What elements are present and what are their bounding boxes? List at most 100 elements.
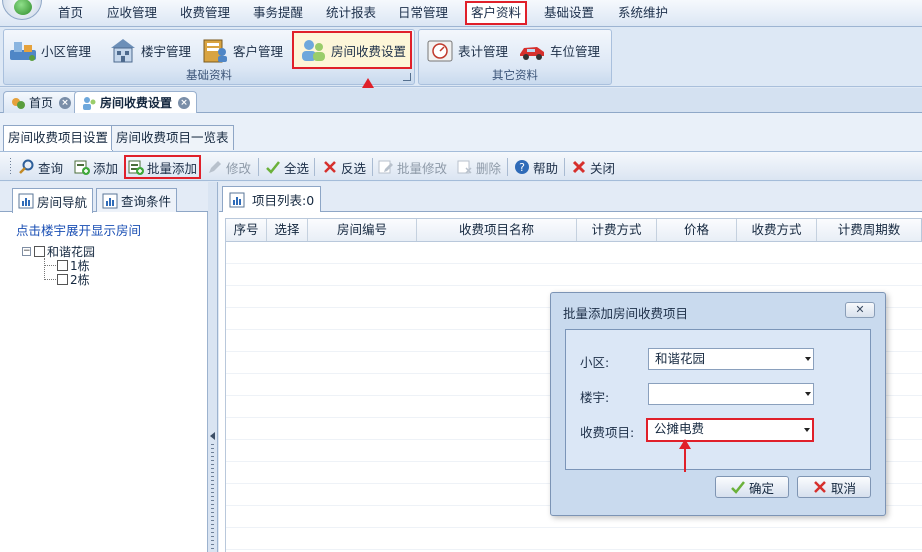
sub-tabs: 房间收费项目设置 房间收费项目一览表: [0, 113, 922, 151]
edit-label: 修改: [226, 160, 252, 176]
help-icon: ?: [514, 159, 530, 175]
tree-node-building-2[interactable]: 2栋: [57, 272, 90, 287]
checkmark-icon: [730, 479, 746, 495]
dropdown-arrow-icon[interactable]: [805, 392, 811, 396]
meter-icon: [425, 36, 455, 64]
tree-checkbox[interactable]: [57, 273, 68, 285]
building-select[interactable]: [648, 383, 814, 405]
collapse-arrow-icon[interactable]: [210, 432, 215, 440]
cancel-label: 取消: [830, 480, 856, 496]
ok-label: 确定: [748, 480, 774, 496]
parking-management-label: 车位管理: [550, 43, 601, 59]
tab-room-navigation-label: 房间导航: [37, 194, 88, 210]
select-all-label: 全选: [284, 160, 310, 176]
close-icon[interactable]: ×: [178, 96, 191, 109]
community-icon: [8, 36, 38, 64]
doc-tab-room-fee[interactable]: 房间收费设置 ×: [74, 91, 198, 113]
meter-management-button[interactable]: 表计管理: [425, 33, 508, 67]
cross-icon: [322, 159, 338, 175]
menu-bar: 首页 应收管理 收费管理 事务提醒 统计报表 日常管理 客户资料 基础设置 系统…: [0, 0, 922, 27]
batch-add-label: 批量添加: [147, 160, 198, 176]
cross-icon: [812, 479, 828, 495]
fee-item-field-label: 收费项目:: [580, 425, 635, 440]
column-header-select[interactable]: 选择: [267, 219, 308, 241]
grid-header: 序号 选择 房间编号 收费项目名称 计费方式 价格 收费方式 计费周期数: [225, 218, 922, 242]
dropdown-arrow-icon[interactable]: [804, 428, 810, 432]
menu-system[interactable]: 系统维护: [618, 2, 668, 24]
community-management-button[interactable]: 小区管理: [8, 33, 91, 67]
close-icon[interactable]: ×: [59, 96, 72, 109]
room-fee-settings-label: 房间收费设置: [331, 43, 407, 59]
menu-reports[interactable]: 统计报表: [326, 2, 376, 24]
doc-tab-home[interactable]: 首页 ×: [3, 91, 79, 113]
column-header-index[interactable]: 序号: [226, 219, 267, 241]
menu-receivables[interactable]: 应收管理: [107, 2, 157, 24]
delete-button[interactable]: 删除: [457, 156, 501, 178]
menu-reminders[interactable]: 事务提醒: [253, 2, 303, 24]
tab-room-fee-item-list[interactable]: 房间收费项目一览表: [111, 125, 234, 150]
document-tabs: 首页 × 房间收费设置 ×: [0, 88, 922, 113]
batch-edit-button[interactable]: 批量修改: [378, 156, 447, 178]
doc-tab-room-fee-label: 房间收费设置: [100, 96, 173, 110]
app-orb-button[interactable]: [2, 0, 42, 20]
right-pane-tabs: 项目列表:0: [219, 182, 922, 212]
tab-room-fee-item-settings[interactable]: 房间收费项目设置: [3, 125, 114, 151]
query-label: 查询: [38, 160, 64, 176]
svg-text:?: ?: [519, 161, 525, 174]
customer-management-button[interactable]: 客户管理: [200, 33, 283, 67]
tree-checkbox[interactable]: [34, 245, 45, 257]
toolbar-separator: [564, 158, 565, 176]
parking-management-button[interactable]: 车位管理: [517, 33, 600, 67]
toolbar-separator: [372, 158, 373, 176]
select-all-button[interactable]: 全选: [265, 156, 309, 178]
chart-icon: [18, 193, 34, 209]
group-expander-icon[interactable]: [403, 73, 411, 81]
column-header-room-number[interactable]: 房间编号: [308, 219, 417, 241]
query-button[interactable]: 查询: [19, 156, 63, 178]
community-select[interactable]: 和谐花园: [648, 348, 814, 370]
menu-home[interactable]: 首页: [58, 2, 83, 24]
tree-checkbox[interactable]: [57, 259, 68, 271]
room-fee-settings-button[interactable]: 房间收费设置: [292, 31, 413, 69]
invert-selection-button[interactable]: 反选: [322, 156, 366, 178]
chart-icon: [229, 192, 245, 208]
batch-add-button[interactable]: 批量添加: [124, 155, 202, 179]
add-button[interactable]: 添加: [74, 156, 118, 178]
tab-room-navigation[interactable]: 房间导航: [12, 188, 94, 213]
close-label: 关闭: [590, 160, 616, 176]
cancel-button[interactable]: 取消: [797, 476, 871, 498]
menu-basic-settings[interactable]: 基础设置: [544, 2, 594, 24]
ok-button[interactable]: 确定: [715, 476, 789, 498]
column-header-fee-item-name[interactable]: 收费项目名称: [417, 219, 577, 241]
tab-item-list[interactable]: 项目列表:0: [222, 186, 322, 212]
edit-button[interactable]: 修改: [207, 156, 251, 178]
column-header-billing-cycles[interactable]: 计费周期数: [817, 219, 921, 241]
collapse-icon[interactable]: −: [22, 246, 31, 256]
building-management-button[interactable]: 楼宇管理: [108, 33, 191, 67]
help-button[interactable]: ? 帮助: [514, 156, 558, 178]
app-logo-icon: [14, 0, 32, 15]
pane-splitter[interactable]: [208, 182, 218, 552]
help-label: 帮助: [533, 160, 559, 176]
tab-item-list-label: 项目列表:0: [252, 193, 315, 208]
room-fee-tab-icon: [81, 95, 97, 111]
doc-tab-home-label: 首页: [29, 96, 54, 110]
annotation-arrow-dialog: [679, 439, 691, 472]
tree-line: [44, 279, 56, 280]
tab-query-conditions[interactable]: 查询条件: [96, 188, 178, 212]
splitter-grip[interactable]: [211, 444, 214, 552]
delete-icon: [457, 159, 473, 175]
column-header-billing-method[interactable]: 计费方式: [577, 219, 657, 241]
menu-daily[interactable]: 日常管理: [398, 2, 448, 24]
ribbon-group-basic: 小区管理 楼宇管理 客户管理 房间收费设置 基础资料: [3, 29, 415, 85]
dropdown-arrow-icon[interactable]: [805, 357, 811, 361]
menu-customer-data[interactable]: 客户资料: [465, 1, 528, 25]
column-header-price[interactable]: 价格: [657, 219, 737, 241]
menu-charges[interactable]: 收费管理: [180, 2, 230, 24]
meter-management-label: 表计管理: [458, 43, 509, 59]
column-header-payment-method[interactable]: 收费方式: [737, 219, 817, 241]
dialog-close-button[interactable]: ✕: [845, 302, 875, 318]
close-button[interactable]: 关闭: [571, 156, 615, 178]
fee-item-select[interactable]: 公摊电费: [646, 418, 814, 442]
checkmark-icon: [265, 159, 281, 175]
